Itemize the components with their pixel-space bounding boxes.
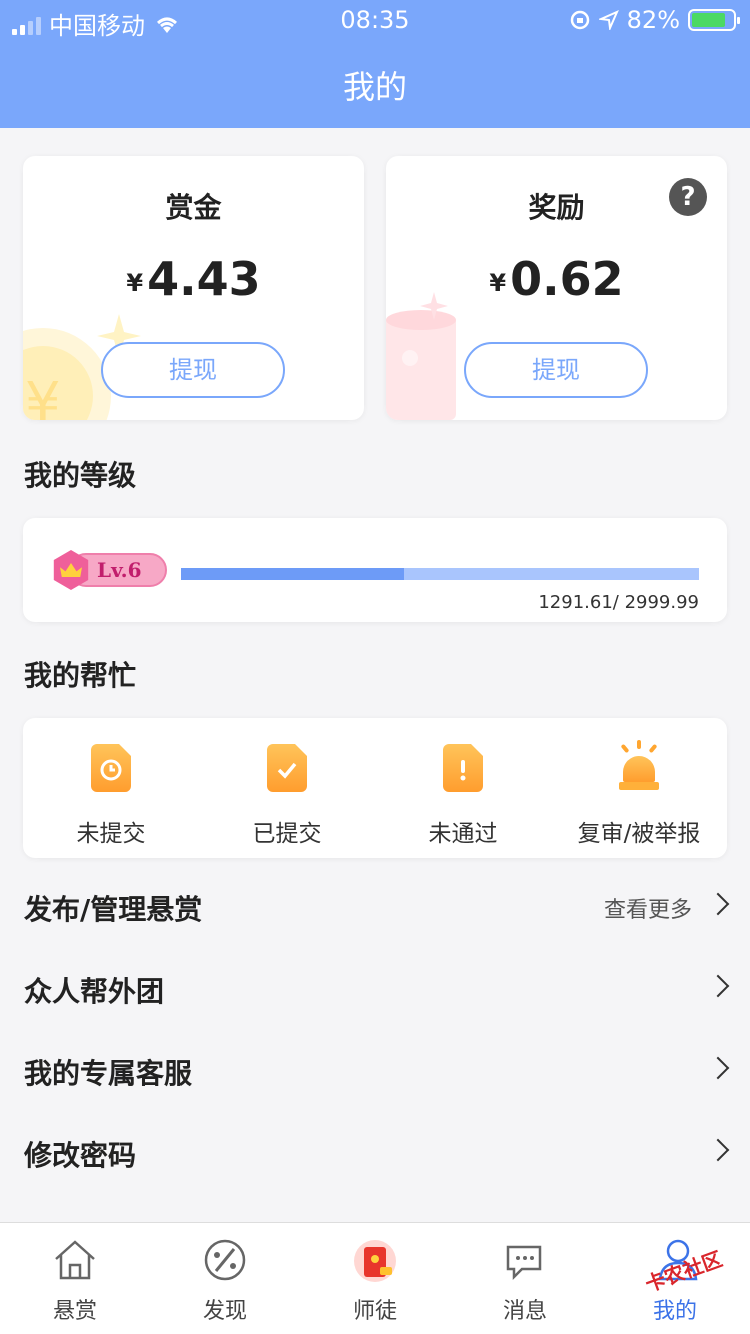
rotation-lock-icon — [570, 10, 589, 30]
bounty-amount: ¥4.43 — [23, 252, 364, 306]
top-bar: 中国移动 08:35 82% 我的 — [0, 0, 750, 128]
battery-percent: 82% — [626, 6, 680, 34]
reward-currency: ¥ — [489, 269, 507, 297]
status-bar: 中国移动 08:35 82% — [0, 0, 750, 40]
location-icon — [598, 10, 619, 30]
bounty-value: 4.43 — [147, 252, 261, 306]
chevron-right-icon — [706, 1056, 730, 1080]
chevron-right-icon — [706, 1138, 730, 1162]
help-item-label: 复审/被举报 — [577, 821, 701, 847]
question-icon[interactable]: ? — [669, 178, 707, 216]
level-card[interactable]: Lv.6 1291.61/ 2999.99 — [23, 518, 727, 622]
tab-discover[interactable]: 发现 — [150, 1223, 300, 1334]
home-icon — [55, 1240, 95, 1280]
help-item-submitted[interactable]: 已提交 — [199, 718, 375, 858]
help-item-label: 已提交 — [252, 821, 322, 847]
help-card: 未提交 已提交 未通过 复审/被举报 — [23, 718, 727, 858]
status-right: 82% — [569, 6, 740, 34]
check-document-icon — [267, 744, 307, 792]
reward-withdraw-button[interactable]: 提现 — [464, 342, 648, 398]
level-progress-fill — [181, 568, 404, 580]
exclamation-document-icon — [443, 744, 483, 792]
help-item-review-reported[interactable]: 复审/被举报 — [551, 718, 727, 858]
bounty-title: 赏金 — [165, 191, 222, 224]
tab-label: 师徒 — [352, 1299, 397, 1324]
menu-label: 我的专属客服 — [24, 1057, 193, 1090]
bounty-card: ¥ 赏金 ¥4.43 提现 — [23, 156, 364, 420]
menu-publish-manage[interactable]: 发布/管理悬赏 查看更多 — [0, 868, 750, 948]
alarm-light-icon — [617, 740, 661, 792]
level-section-title: 我的等级 — [24, 459, 137, 492]
view-more-link[interactable]: 查看更多 — [604, 892, 692, 924]
tab-label: 消息 — [502, 1299, 547, 1324]
menu-label: 众人帮外团 — [24, 975, 165, 1008]
level-progress-bar — [181, 568, 699, 580]
tab-bounty[interactable]: 悬赏 — [0, 1223, 150, 1334]
tab-label: 发现 — [202, 1299, 247, 1324]
tab-bar: 悬赏 发现 师徒 消息 我的 — [0, 1222, 750, 1334]
level-badge: Lv.6 — [51, 550, 167, 590]
menu-label: 修改密码 — [24, 1139, 137, 1172]
menu-customer-service[interactable]: 我的专属客服 — [0, 1032, 750, 1112]
help-section-title: 我的帮忙 — [24, 659, 137, 692]
menu-group[interactable]: 众人帮外团 — [0, 950, 750, 1030]
red-envelope-icon — [354, 1240, 396, 1282]
palette-icon — [204, 1239, 246, 1281]
svg-text:¥: ¥ — [25, 371, 61, 420]
menu-change-password[interactable]: 修改密码 — [0, 1114, 750, 1194]
chevron-right-icon — [706, 892, 730, 916]
clock-document-icon — [91, 744, 131, 792]
help-item-unsubmitted[interactable]: 未提交 — [23, 718, 199, 858]
menu-label: 发布/管理悬赏 — [24, 893, 203, 926]
battery-charging-icon — [688, 9, 740, 31]
tab-messages[interactable]: 消息 — [450, 1223, 600, 1334]
help-item-label: 未提交 — [76, 821, 146, 847]
bounty-currency: ¥ — [126, 269, 144, 297]
tab-mentor[interactable]: 师徒 — [300, 1223, 450, 1334]
reward-amount: ¥0.62 — [386, 252, 727, 306]
bounty-withdraw-button[interactable]: 提现 — [101, 342, 285, 398]
help-item-rejected[interactable]: 未通过 — [375, 718, 551, 858]
level-progress-text: 1291.61/ 2999.99 — [538, 592, 699, 613]
chat-icon — [506, 1245, 542, 1281]
tab-label: 悬赏 — [52, 1299, 97, 1324]
reward-value: 0.62 — [510, 252, 624, 306]
reward-card: 奖励 ? ¥0.62 提现 — [386, 156, 727, 420]
page-title: 我的 — [342, 68, 407, 106]
help-item-label: 未通过 — [428, 821, 498, 847]
chevron-right-icon — [706, 974, 730, 998]
